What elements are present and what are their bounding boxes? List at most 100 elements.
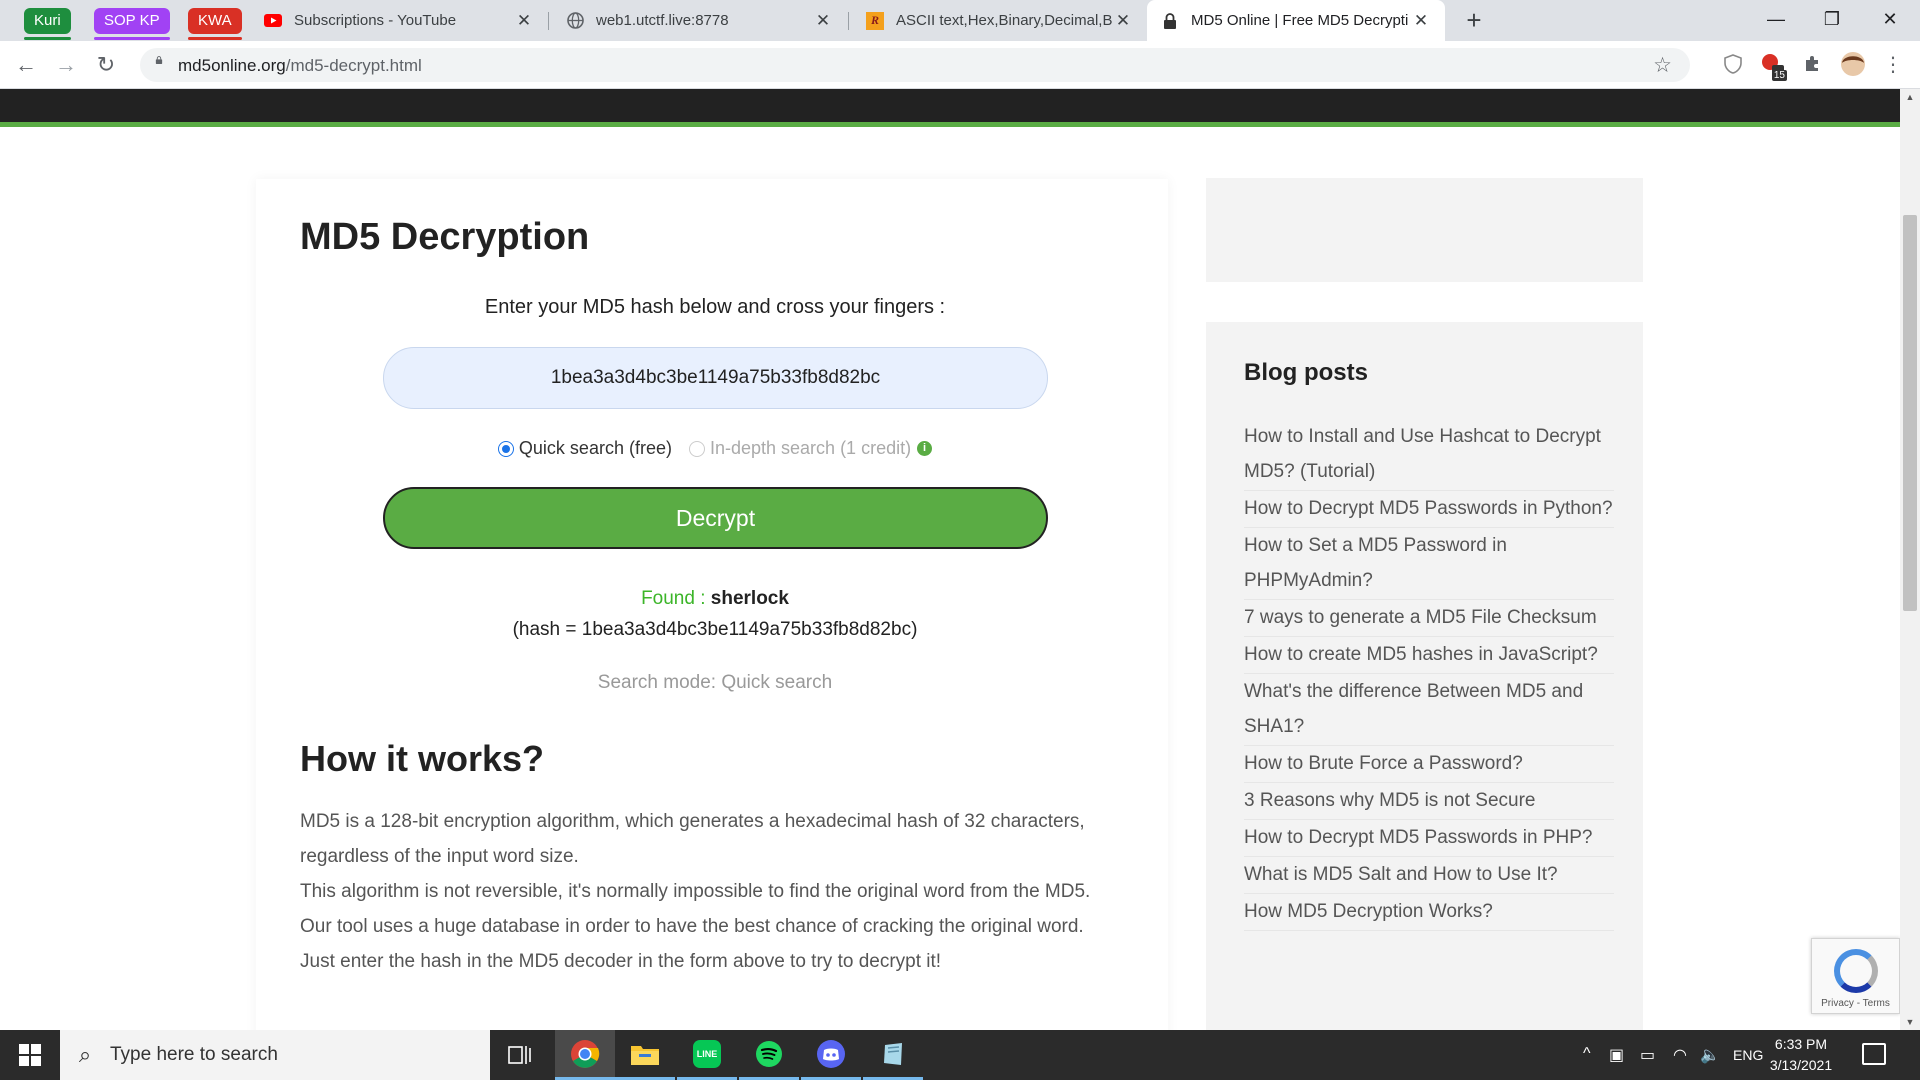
search-mode-radios: Quick search (free) In-depth search (1 c… (300, 438, 1130, 462)
globe-icon (566, 12, 584, 30)
close-tab-icon[interactable]: ✕ (1411, 11, 1431, 31)
blog-title: Blog posts (1244, 359, 1368, 386)
indepth-search-radio[interactable] (688, 440, 705, 457)
browser-menu-icon[interactable]: ⋮ (1880, 51, 1906, 77)
chrome-taskbar-icon[interactable] (555, 1030, 615, 1080)
scroll-up-arrow-icon[interactable]: ▲ (1900, 89, 1920, 105)
line-app-icon[interactable]: LINE (677, 1030, 737, 1080)
tab-title: Subscriptions - YouTube (294, 12, 457, 29)
close-tab-icon[interactable]: ✕ (813, 11, 833, 31)
quick-search-radio[interactable] (497, 440, 514, 457)
blog-post-link[interactable]: How to Decrypt MD5 Passwords in PHP? (1244, 820, 1614, 857)
reload-icon[interactable]: ↻ (90, 49, 122, 81)
lock-icon (155, 56, 163, 64)
minimize-icon[interactable]: — (1748, 0, 1804, 41)
site-header-bar (0, 89, 1900, 122)
browser-toolbar: ← → ↻ md5online.org/md5-decrypt.html ☆ 1… (0, 41, 1920, 89)
paragraph: Just enter the hash in the MD5 decoder i… (300, 951, 942, 972)
blog-post-link[interactable]: How MD5 Decryption Works? (1244, 894, 1614, 931)
url-path: /md5-decrypt.html (285, 56, 422, 75)
page-scrollbar[interactable]: ▲ ▼ (1900, 89, 1920, 1030)
taskbar-search-box[interactable]: ⌕ Type here to search (60, 1030, 490, 1080)
adblock-extension-icon[interactable]: 15 (1759, 51, 1787, 81)
tab-group-kuri[interactable]: Kuri (24, 8, 71, 40)
wifi-icon[interactable]: ◠ (1673, 1045, 1687, 1065)
blog-post-link[interactable]: How to Set a MD5 Password in PHPMyAdmin? (1244, 528, 1614, 600)
address-bar[interactable]: md5online.org/md5-decrypt.html ☆ (140, 48, 1690, 82)
file-explorer-icon[interactable] (615, 1030, 675, 1080)
tab-separator (548, 12, 549, 30)
paragraph: Our tool uses a huge database in order t… (300, 916, 1084, 937)
quick-search-label: Quick search (free) (518, 438, 672, 458)
notes-app-icon[interactable] (863, 1030, 923, 1080)
blog-post-link[interactable]: What's the difference Between MD5 and SH… (1244, 674, 1614, 746)
url-host: md5online.org (178, 56, 286, 75)
blog-post-link[interactable]: How to Install and Use Hashcat to Decryp… (1244, 419, 1614, 491)
restore-icon[interactable]: ❐ (1804, 0, 1860, 41)
close-window-icon[interactable]: ✕ (1862, 0, 1918, 41)
url-text: md5online.org/md5-decrypt.html (178, 56, 422, 76)
battery-icon[interactable]: ▭ (1640, 1045, 1655, 1065)
info-icon[interactable]: i (917, 441, 933, 456)
tab-title: ASCII text,Hex,Binary,Decimal,Bas (896, 12, 1113, 29)
search-icon: ⌕ (78, 1042, 92, 1067)
site-header-accent (0, 122, 1900, 127)
start-button[interactable] (0, 1030, 60, 1080)
bookmark-star-icon[interactable]: ☆ (1653, 53, 1672, 78)
tab-youtube[interactable]: Subscriptions - YouTube ✕ (250, 0, 548, 41)
found-label: Found : (641, 588, 706, 609)
ad-placeholder (1206, 178, 1643, 282)
indepth-search-label: In-depth search (1 credit) (709, 438, 912, 458)
recaptcha-badge[interactable]: Privacy - Terms (1811, 938, 1900, 1014)
clock-time: 6:33 PM (1774, 1036, 1828, 1052)
new-tab-button[interactable]: + (1459, 6, 1489, 36)
how-it-works-text: MD5 is a 128-bit encryption algorithm, w… (300, 804, 1140, 979)
tab-utctf[interactable]: web1.utctf.live:8778 ✕ (552, 0, 847, 41)
quick-search-option[interactable]: Quick search (free) (497, 438, 672, 459)
blog-post-link[interactable]: What is MD5 Salt and How to Use It? (1244, 857, 1614, 894)
taskbar-clock[interactable]: 6:33 PM 3/13/2021 (1756, 1034, 1846, 1076)
volume-icon[interactable]: 🔈 (1700, 1045, 1720, 1065)
scroll-thumb[interactable] (1903, 215, 1917, 611)
found-word: sherlock (710, 588, 789, 609)
hash-input[interactable] (383, 347, 1048, 409)
decrypt-button[interactable]: Decrypt (383, 487, 1048, 549)
tab-separator (848, 12, 849, 30)
page-title: MD5 Decryption (300, 216, 590, 258)
back-icon[interactable]: ← (10, 49, 42, 81)
paragraph: MD5 is a 128-bit encryption algorithm, w… (300, 811, 1085, 867)
scroll-down-arrow-icon[interactable]: ▼ (1900, 1014, 1920, 1030)
blog-post-link[interactable]: How to Brute Force a Password? (1244, 746, 1614, 783)
tab-strip: Kuri SOP KP KWA Subscriptions - YouTube … (0, 0, 1920, 41)
discord-icon[interactable] (801, 1030, 861, 1080)
taskbar-search-placeholder: Type here to search (110, 1044, 278, 1065)
blog-post-link[interactable]: How to Decrypt MD5 Passwords in Python? (1244, 491, 1614, 528)
notification-center-icon[interactable] (1862, 1043, 1886, 1065)
tab-title: web1.utctf.live:8778 (596, 12, 729, 29)
close-tab-icon[interactable]: ✕ (1113, 11, 1133, 31)
tab-group-kwa[interactable]: KWA (188, 8, 242, 40)
indepth-search-option[interactable]: In-depth search (1 credit) i (688, 438, 933, 459)
blog-post-link[interactable]: 3 Reasons why MD5 is not Secure (1244, 783, 1614, 820)
tray-chevron-up-icon[interactable]: ^ (1583, 1045, 1591, 1063)
spotify-icon[interactable] (739, 1030, 799, 1080)
shield-extension-icon[interactable] (1720, 51, 1746, 77)
profile-avatar-icon[interactable] (1840, 51, 1866, 77)
recaptcha-footer[interactable]: Privacy - Terms (1812, 998, 1899, 1009)
found-line: Found : sherlock (300, 583, 1130, 614)
forward-icon[interactable]: → (50, 49, 82, 81)
blog-post-link[interactable]: How to create MD5 hashes in JavaScript? (1244, 637, 1614, 674)
puzzle-extensions-icon[interactable] (1799, 51, 1825, 77)
paragraph: This algorithm is not reversible, it's n… (300, 881, 1091, 902)
tab-rapidtables[interactable]: R ASCII text,Hex,Binary,Decimal,Bas ✕ (852, 0, 1147, 41)
tray-security-icon[interactable]: ▣ (1609, 1045, 1624, 1065)
recaptcha-logo-icon (1834, 949, 1878, 993)
blog-post-link[interactable]: 7 ways to generate a MD5 File Checksum (1244, 600, 1614, 637)
tab-group-sop-kp[interactable]: SOP KP (94, 8, 170, 40)
close-tab-icon[interactable]: ✕ (514, 11, 534, 31)
windows-taskbar: ⌕ Type here to search LINE ^ ▣ ▭ ◠ 🔈 ENG… (0, 1030, 1920, 1080)
page-viewport: MD5 Decryption Enter your MD5 hash below… (0, 89, 1900, 1030)
task-view-icon[interactable] (490, 1030, 550, 1080)
hash-line: (hash = 1bea3a3d4bc3be1149a75b33fb8d82bc… (512, 619, 918, 640)
tab-md5online[interactable]: MD5 Online | Free MD5 Decrypti ✕ (1147, 0, 1445, 41)
